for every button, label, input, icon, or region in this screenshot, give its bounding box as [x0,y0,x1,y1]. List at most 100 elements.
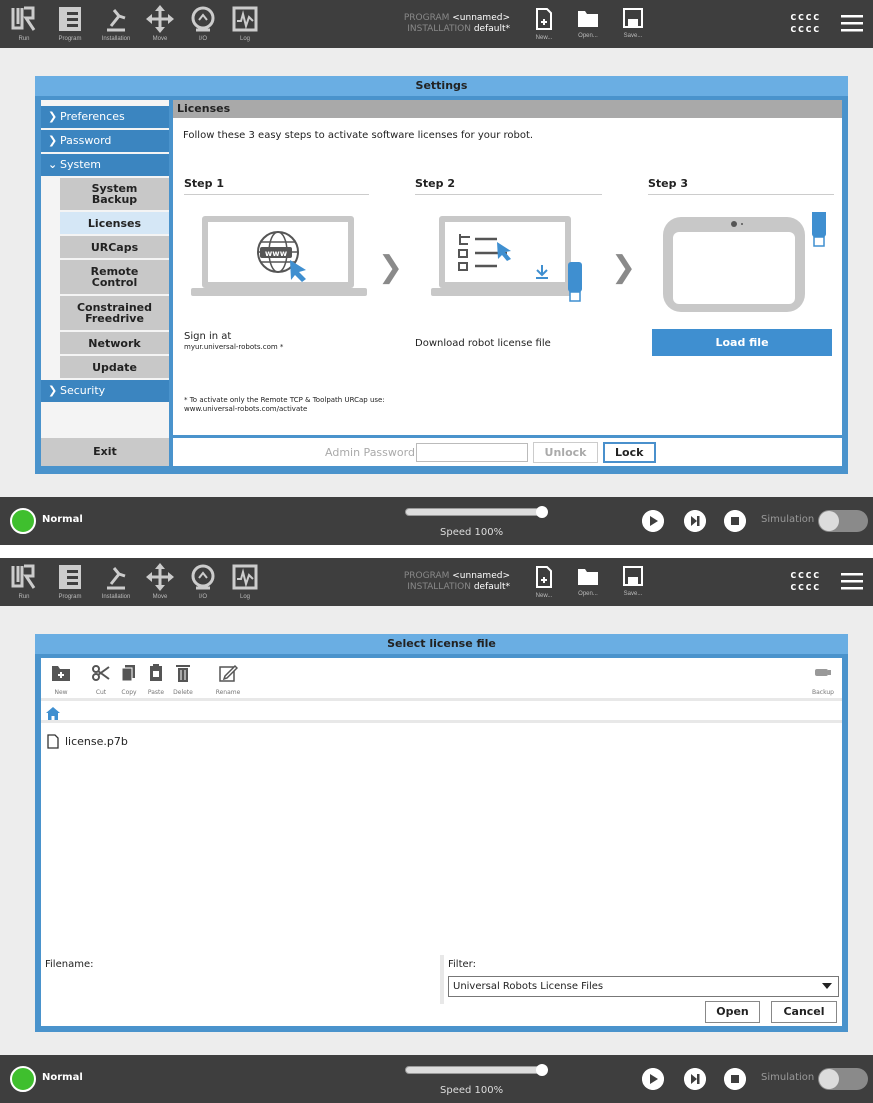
open-button[interactable]: Open... [568,8,608,39]
nav-network[interactable]: Network [60,332,169,354]
bottom-footer: Normal Speed 100% Simulation [0,497,873,545]
speed-slider-handle[interactable] [536,506,548,518]
path-breadcrumb [41,705,842,723]
tab-program[interactable]: Program [50,562,90,600]
hamburger-menu-icon[interactable] [841,14,863,32]
robot-status-indicator[interactable] [10,1066,36,1092]
status-label: Normal [42,1072,83,1083]
step-icon[interactable] [684,1068,706,1090]
nav-security[interactable]: ❯ Security [41,380,169,402]
download-text: Download robot license file [415,338,551,349]
tab-run[interactable]: Run [4,562,44,600]
tab-move[interactable]: Move [140,4,180,42]
new-folder-icon [52,666,70,681]
load-file-button[interactable]: Load file [652,329,832,356]
move-icon [146,563,174,591]
file-list: license.p7b [41,727,842,952]
robot-status-indicator[interactable] [10,508,36,534]
tab-log[interactable]: Log [225,4,265,42]
tab-run-label: Run [18,594,30,600]
step1-title: Step 1 [184,177,224,190]
speed-slider-handle[interactable] [536,1064,548,1076]
tab-run[interactable]: Run [4,4,44,42]
new-label: New... [535,593,553,599]
save-button[interactable]: Save... [613,8,653,39]
simulation-toggle[interactable] [818,510,868,532]
nav-system-backup[interactable]: System Backup [60,178,169,210]
play-icon[interactable] [642,1068,664,1090]
user-line2: cccc [790,580,821,593]
footnote-line2: www.universal-robots.com/activate [184,405,308,413]
file-dialog: Select license file New Cut Copy Paste D… [35,634,848,1032]
cancel-button[interactable]: Cancel [771,1001,837,1023]
admin-password-bar: Admin Password Unlock Lock [173,438,842,466]
unlock-button[interactable]: Unlock [533,442,598,463]
tab-io[interactable]: I/O [183,562,223,600]
hamburger-menu-icon[interactable] [841,572,863,590]
step3-title: Step 3 [648,177,688,190]
rename-button[interactable]: Rename [208,664,248,696]
speed-slider[interactable] [405,508,545,516]
filter-panel: Filter: Universal Robots License Files [444,955,842,1004]
nav-system[interactable]: ⌄ System [41,154,169,176]
nav-preferences-label: Preferences [60,110,125,123]
nav-update[interactable]: Update [60,356,169,378]
file-item[interactable]: license.p7b [47,734,128,749]
step-icon[interactable] [684,510,706,532]
delete-button[interactable]: Delete [163,664,203,696]
filename-field[interactable]: Filename: [41,955,440,1004]
program-value: <unnamed> [452,13,510,23]
new-button[interactable]: New... [524,566,564,599]
tab-log[interactable]: Log [225,562,265,600]
io-icon [191,564,215,590]
tab-installation[interactable]: Installation [96,562,136,600]
tab-move[interactable]: Move [140,562,180,600]
filter-select[interactable]: Universal Robots License Files [448,976,839,997]
open-label: Open... [578,591,598,597]
speed-slider[interactable] [405,1066,545,1074]
installation-value: default* [473,582,510,592]
dialog-title: Select license file [35,634,848,654]
open-file-button[interactable]: Open [705,1001,760,1023]
save-label: Save... [623,33,643,39]
nav-licenses[interactable]: Licenses [60,212,169,234]
nav-constrained-freedrive[interactable]: Constrained Freedrive [60,296,169,330]
user-line2: cccc [790,22,821,35]
nav-password[interactable]: ❯ Password [41,130,169,152]
tab-io[interactable]: I/O [183,4,223,42]
new-button[interactable]: New... [524,8,564,41]
footnote-line1: * To activate only the Remote TCP & Tool… [184,396,385,404]
backup-button[interactable]: Backup [803,664,843,696]
nav-remote-control[interactable]: Remote Control [60,260,169,294]
open-button[interactable]: Open... [568,566,608,597]
log-icon [232,564,258,590]
filter-label: Filter: [448,959,476,970]
save-button[interactable]: Save... [613,566,653,597]
tab-log-label: Log [239,36,250,42]
nav-preferences[interactable]: ❯ Preferences [41,106,169,128]
step-arrow-icon: ❯ [611,250,637,285]
home-icon[interactable] [46,707,60,720]
lock-button[interactable]: Lock [603,442,656,463]
filter-value: Universal Robots License Files [453,981,604,992]
filename-label: Filename: [45,959,94,970]
tab-program[interactable]: Program [50,4,90,42]
nav-urcaps[interactable]: URCaps [60,236,169,258]
chevron-right-icon: ❯ [48,110,58,123]
file-actions: Open Cancel [41,1001,842,1026]
program-icon [59,7,81,31]
stop-icon[interactable] [724,1068,746,1090]
new-folder-button[interactable]: New [41,664,81,696]
nav-update-label: Update [92,360,137,374]
stop-icon[interactable] [724,510,746,532]
licenses-panel: Licenses Follow these 3 easy steps to ac… [173,100,842,435]
installation-icon [107,567,126,590]
simulation-toggle[interactable] [818,1068,868,1090]
exit-button[interactable]: Exit [41,438,169,466]
file-toolbar: New Cut Copy Paste Delete Rename Backup [41,658,842,701]
tab-installation[interactable]: Installation [96,4,136,42]
play-icon[interactable] [642,510,664,532]
nav-system-backup-label: System Backup [91,182,138,206]
signin-url: myur.universal-robots.com * [184,343,284,351]
admin-password-input[interactable] [416,443,528,462]
